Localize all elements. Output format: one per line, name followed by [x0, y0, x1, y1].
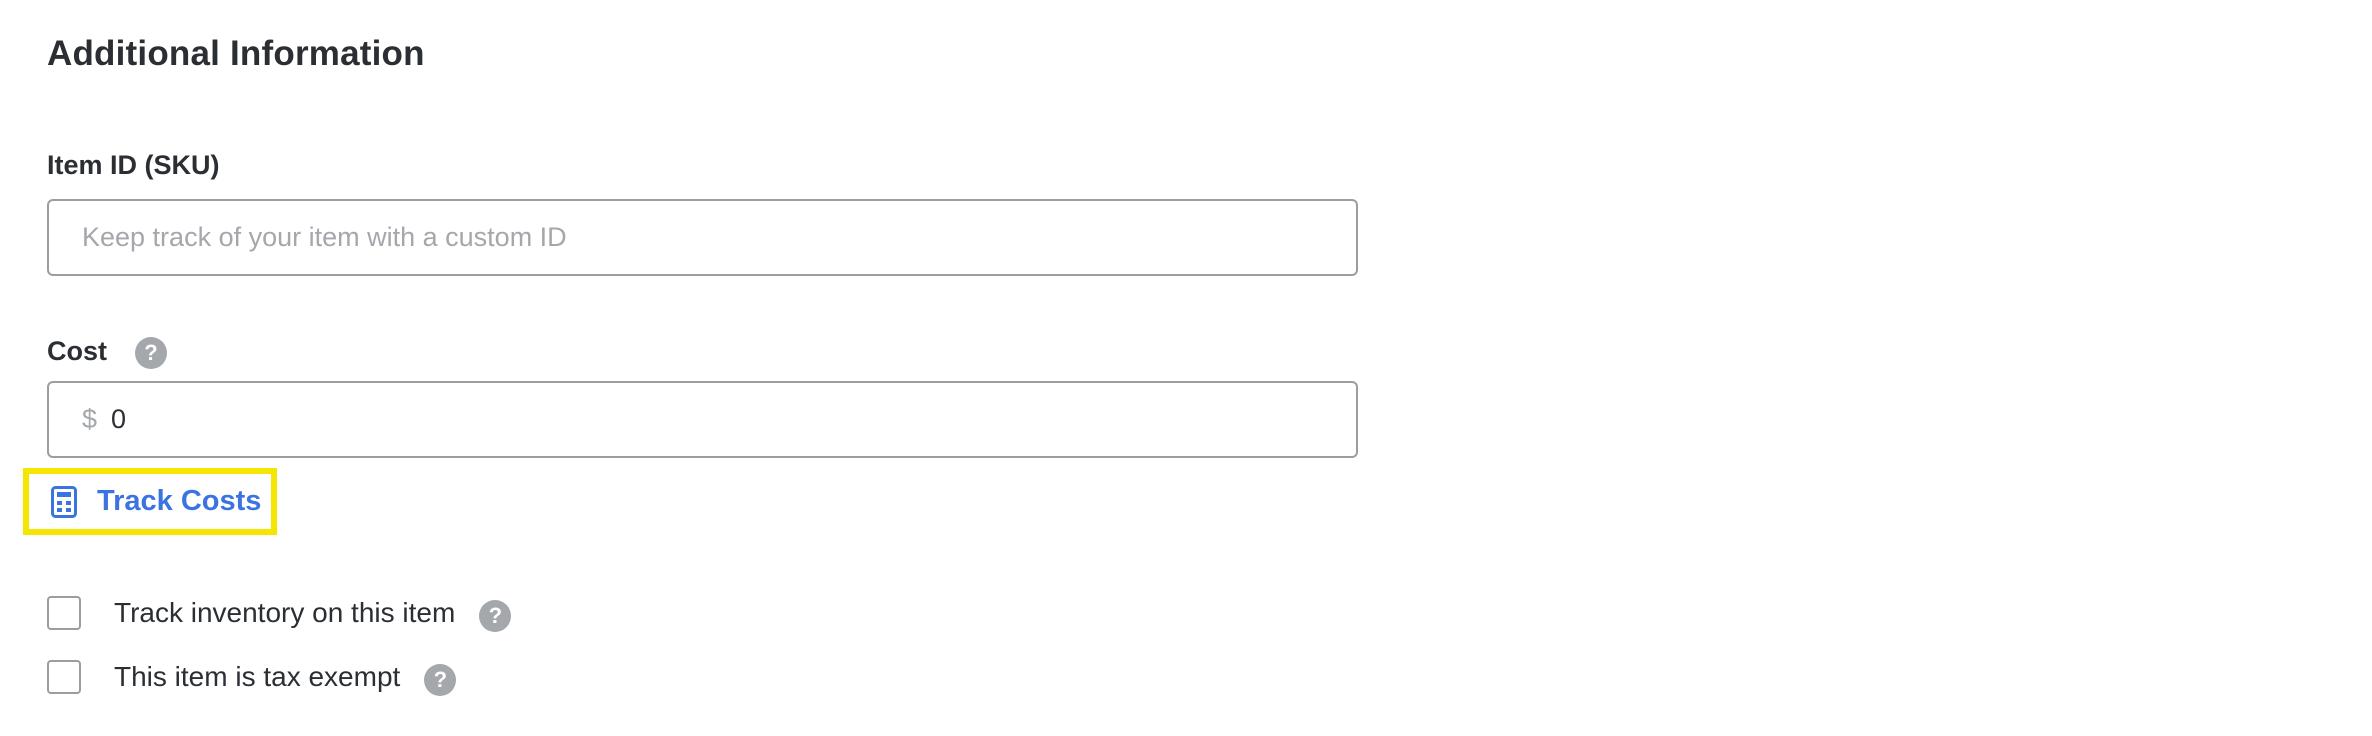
tax-exempt-checkbox[interactable]: [47, 660, 81, 694]
track-inventory-help-icon[interactable]: ?: [479, 600, 512, 632]
track-costs-highlight: Track Costs: [23, 468, 277, 535]
additional-information-page: Additional Information Item ID (SKU) Cos…: [0, 0, 2372, 736]
cost-label: Cost: [47, 335, 107, 366]
sku-field[interactable]: [47, 199, 1358, 276]
section-title: Additional Information: [47, 34, 425, 73]
track-inventory-checkbox[interactable]: [47, 596, 81, 630]
sku-input[interactable]: [49, 201, 1356, 274]
track-costs-link[interactable]: Track Costs: [51, 485, 261, 518]
cost-label-row: Cost ?: [47, 333, 167, 369]
cost-input[interactable]: [111, 383, 1356, 456]
cost-help-icon[interactable]: ?: [135, 337, 167, 369]
tax-exempt-help-icon[interactable]: ?: [424, 664, 457, 696]
track-inventory-option: Track inventory on this item ?: [47, 594, 512, 632]
calculator-icon: [51, 485, 77, 518]
currency-symbol: $: [82, 404, 98, 434]
sku-label: Item ID (SKU): [47, 150, 220, 180]
cost-field[interactable]: $: [47, 381, 1358, 458]
track-inventory-label[interactable]: Track inventory on this item: [114, 597, 455, 629]
tax-exempt-option: This item is tax exempt ?: [47, 658, 457, 696]
track-costs-label: Track Costs: [97, 485, 262, 517]
tax-exempt-label[interactable]: This item is tax exempt: [114, 661, 400, 693]
